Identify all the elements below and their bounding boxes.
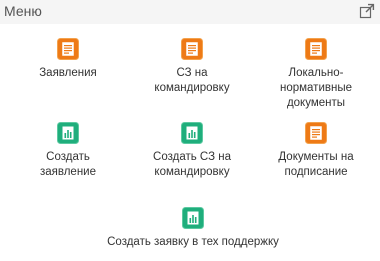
panel-header: Меню bbox=[0, 0, 380, 24]
menu-item-label: Создать заявление bbox=[39, 151, 97, 178]
menu-panel: Меню Заявления СЗ на командировку Локаль… bbox=[0, 0, 380, 261]
menu-item-label: Создать заявку в тех поддержку bbox=[107, 236, 279, 248]
menu-item-label: Заявления bbox=[39, 67, 97, 79]
bar-chart-icon bbox=[182, 207, 204, 229]
menu-item-label: Документы на подписание bbox=[278, 151, 354, 178]
menu-item-create-trip-memo[interactable]: Создать СЗ на командировку bbox=[127, 122, 257, 180]
document-list-icon bbox=[305, 122, 327, 144]
bar-chart-icon bbox=[181, 122, 203, 144]
document-list-icon bbox=[305, 38, 327, 60]
menu-item-label: Создать СЗ на командировку bbox=[153, 151, 231, 178]
panel-title: Меню bbox=[4, 3, 42, 19]
menu-item-applications[interactable]: Заявления bbox=[3, 38, 133, 81]
menu-item-label: СЗ на командировку bbox=[154, 67, 230, 94]
document-list-icon bbox=[181, 38, 203, 60]
menu-item-create-application[interactable]: Создать заявление bbox=[3, 122, 133, 180]
bar-chart-icon bbox=[57, 122, 79, 144]
menu-item-trip-memo[interactable]: СЗ на командировку bbox=[127, 38, 257, 96]
document-list-icon bbox=[57, 38, 79, 60]
menu-item-create-support-request[interactable]: Создать заявку в тех поддержку bbox=[90, 207, 296, 250]
menu-item-local-documents[interactable]: Локально-нормативные документы bbox=[251, 38, 380, 111]
menu-item-label: Локально-нормативные документы bbox=[279, 67, 352, 109]
menu-item-documents-to-sign[interactable]: Документы на подписание bbox=[251, 122, 380, 180]
expand-icon[interactable] bbox=[359, 3, 375, 19]
